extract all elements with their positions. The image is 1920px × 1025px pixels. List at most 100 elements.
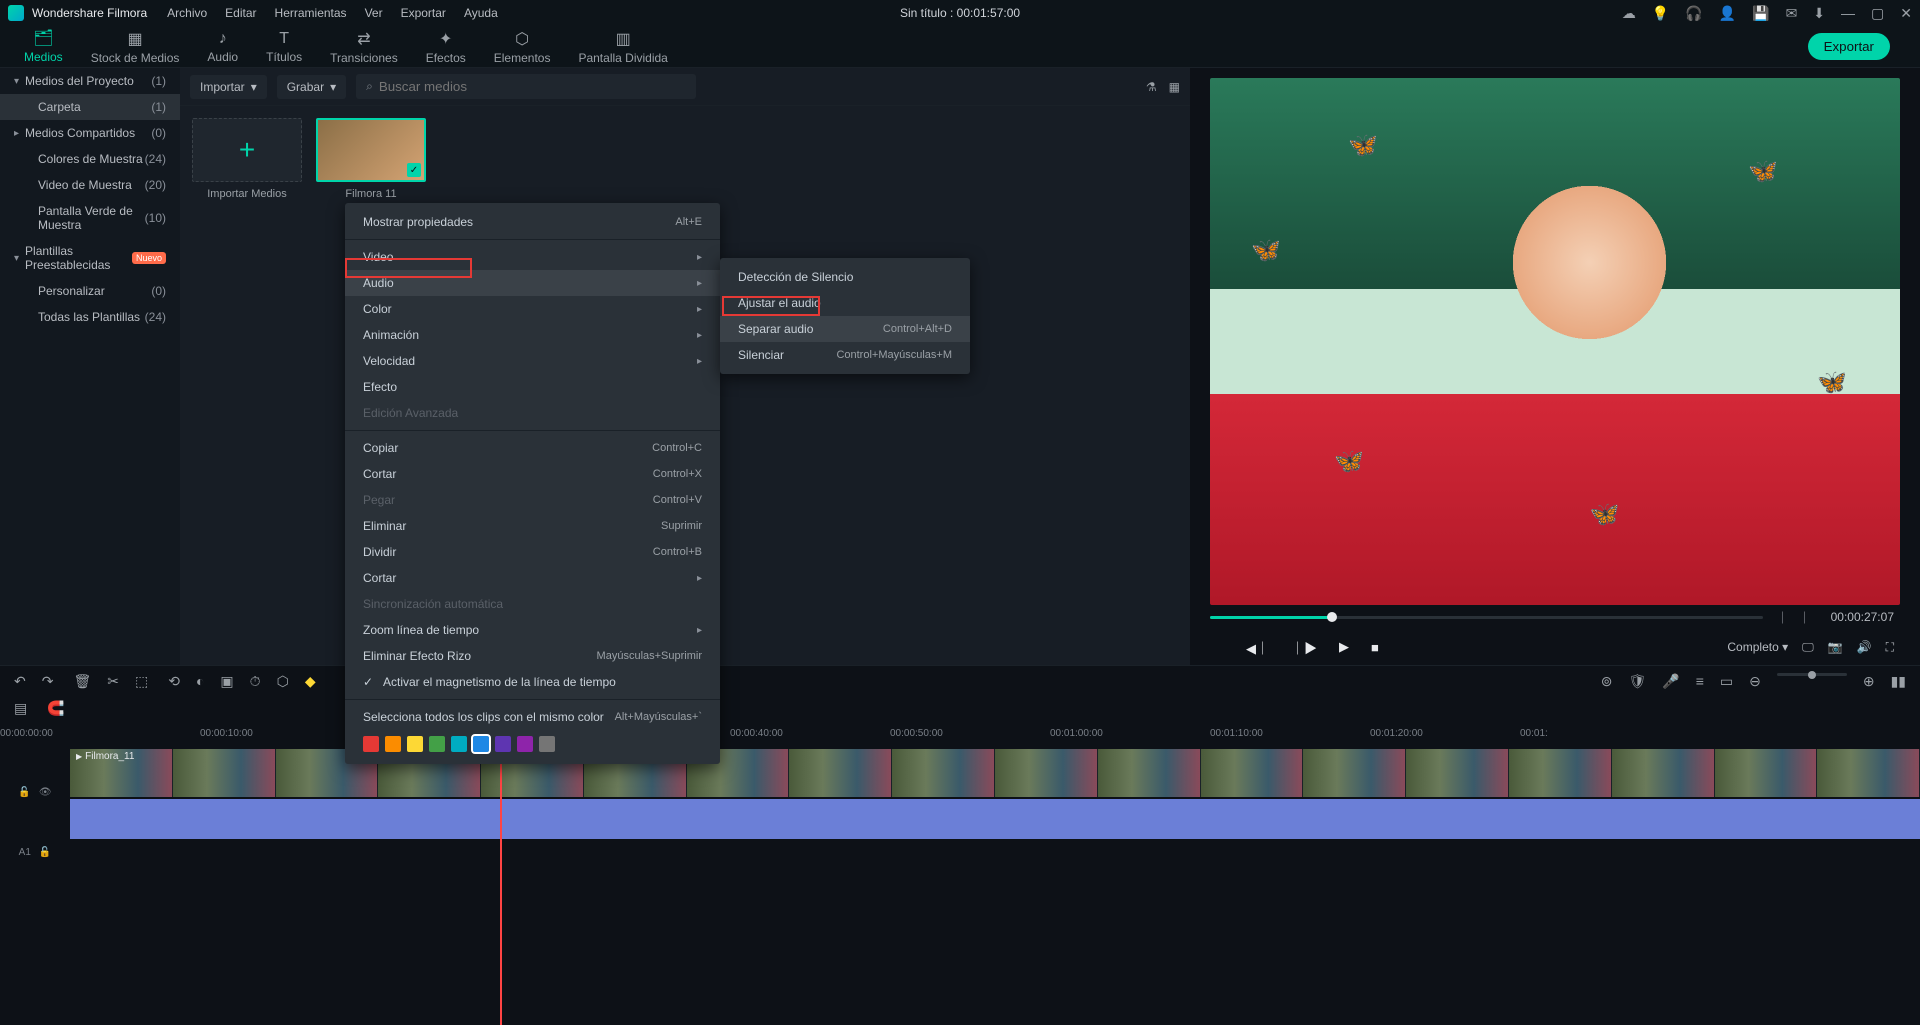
ctx-item[interactable]: Selecciona todos los clips con el mismo … bbox=[345, 704, 720, 730]
keyframe-button[interactable]: ◆ bbox=[305, 673, 316, 690]
eye-icon[interactable]: 👁 bbox=[39, 787, 52, 798]
color-swatch[interactable] bbox=[495, 736, 511, 752]
sidebar-item[interactable]: Todas las Plantillas(24) bbox=[0, 304, 180, 330]
color-swatch[interactable] bbox=[539, 736, 555, 752]
tab-titles[interactable]: TTítulos bbox=[252, 26, 316, 68]
render-button[interactable]: ⏱ bbox=[250, 673, 261, 690]
split-button[interactable]: ✂ bbox=[107, 673, 119, 690]
tab-transitions[interactable]: ⇄Transiciones bbox=[316, 25, 412, 69]
menu-file[interactable]: Archivo bbox=[167, 6, 207, 20]
ctx-item[interactable]: Animación▸ bbox=[345, 322, 720, 348]
sidebar-item[interactable]: Carpeta(1) bbox=[0, 94, 180, 120]
color-swatch[interactable] bbox=[363, 736, 379, 752]
preview-canvas[interactable]: 🦋 🦋 🦋 🦋 🦋 🦋 bbox=[1210, 78, 1900, 605]
snapshot-icon[interactable]: 📷 bbox=[1828, 640, 1843, 654]
color-swatch[interactable] bbox=[473, 736, 489, 752]
ctx-item[interactable]: Mostrar propiedadesAlt+E bbox=[345, 209, 720, 235]
ctx-item[interactable]: Color▸ bbox=[345, 296, 720, 322]
maximize-button[interactable]: ▢ bbox=[1871, 5, 1884, 22]
record-dropdown[interactable]: Grabar▾ bbox=[277, 75, 346, 99]
step-back-button[interactable]: ｜▶ bbox=[1291, 638, 1317, 657]
ctx-item[interactable]: DividirControl+B bbox=[345, 539, 720, 565]
prev-frame-button[interactable]: ◀｜ bbox=[1246, 638, 1269, 657]
import-media-tile[interactable]: + Importar Medios bbox=[192, 118, 302, 200]
playhead[interactable] bbox=[500, 747, 502, 1025]
tab-media[interactable]: 🗂Medios bbox=[10, 24, 77, 70]
sidebar-item[interactable]: ▸Medios Compartidos(0) bbox=[0, 120, 180, 146]
sidebar-item[interactable]: Video de Muestra(20) bbox=[0, 172, 180, 198]
tab-split[interactable]: ▥Pantalla Dividida bbox=[564, 25, 681, 69]
headphones-icon[interactable]: 🎧 bbox=[1685, 5, 1702, 22]
ctx-item[interactable]: Zoom línea de tiempo▸ bbox=[345, 617, 720, 643]
ctx-item[interactable]: Video▸ bbox=[345, 244, 720, 270]
menu-help[interactable]: Ayuda bbox=[464, 6, 498, 20]
menu-export[interactable]: Exportar bbox=[401, 6, 446, 20]
idea-icon[interactable]: 💡 bbox=[1652, 5, 1669, 22]
jump-start-icon[interactable]: ｜ bbox=[1777, 609, 1789, 626]
zoom-in-icon[interactable]: ⊕ bbox=[1863, 673, 1875, 690]
tab-stock[interactable]: ▦Stock de Medios bbox=[77, 25, 194, 69]
stop-button[interactable]: ■ bbox=[1371, 640, 1379, 655]
submenu-item[interactable]: Separar audioControl+Alt+D bbox=[720, 316, 970, 342]
ctx-item[interactable]: Audio▸ bbox=[345, 270, 720, 296]
zoom-out-icon[interactable]: ⊖ bbox=[1749, 673, 1761, 690]
delete-button[interactable]: 🗑 bbox=[73, 673, 91, 690]
undo-button[interactable]: ↶ bbox=[14, 673, 26, 690]
mixer-icon[interactable]: ⊚ bbox=[1601, 673, 1613, 690]
menu-edit[interactable]: Editar bbox=[225, 6, 256, 20]
user-icon[interactable]: 👤 bbox=[1719, 5, 1736, 22]
export-button[interactable]: Exportar bbox=[1808, 33, 1890, 60]
fullscreen-icon[interactable]: ⛶ bbox=[1886, 640, 1894, 655]
sidebar-item[interactable]: ▾Plantillas PreestablecidasNuevo bbox=[0, 238, 180, 278]
cloud-icon[interactable]: ☁ bbox=[1622, 5, 1636, 22]
media-clip-tile[interactable]: ✓ Filmora 11 bbox=[316, 118, 426, 200]
download-icon[interactable]: ⬇ bbox=[1813, 5, 1825, 22]
color-swatch[interactable] bbox=[517, 736, 533, 752]
submenu-item[interactable]: Detección de Silencio bbox=[720, 264, 970, 290]
save-icon[interactable]: 💾 bbox=[1752, 5, 1769, 22]
display-icon[interactable]: 🖵 bbox=[1802, 640, 1814, 655]
filter-icon[interactable]: ⚗ bbox=[1146, 80, 1157, 94]
scrub-handle[interactable] bbox=[1327, 612, 1337, 622]
crop-button[interactable]: ⬚ bbox=[135, 673, 148, 690]
ctx-item[interactable]: CortarControl+X bbox=[345, 461, 720, 487]
volume-icon[interactable]: 🔊 bbox=[1857, 640, 1872, 654]
video-track-header[interactable]: 🔓👁 bbox=[0, 747, 70, 837]
ctx-item[interactable]: CopiarControl+C bbox=[345, 435, 720, 461]
preview-scrubber[interactable]: ｜ ｜ 00:00:27:07 bbox=[1210, 605, 1900, 629]
sidebar-item[interactable]: Colores de Muestra(24) bbox=[0, 146, 180, 172]
ctx-item[interactable]: Velocidad▸ bbox=[345, 348, 720, 374]
color-button[interactable]: ◐ bbox=[196, 673, 204, 690]
audio-track-header[interactable]: A1 🔓 bbox=[0, 837, 70, 867]
grid-view-icon[interactable]: ▦ bbox=[1169, 80, 1180, 94]
play-button[interactable]: ▶ bbox=[1339, 639, 1349, 655]
lock-icon[interactable]: 🔓 bbox=[18, 787, 30, 798]
green-screen-button[interactable]: ▣ bbox=[220, 673, 233, 690]
sidebar-item[interactable]: ▾Medios del Proyecto(1) bbox=[0, 68, 180, 94]
close-button[interactable]: ✕ bbox=[1900, 5, 1912, 22]
minimize-button[interactable]: — bbox=[1841, 5, 1855, 21]
submenu-item[interactable]: SilenciarControl+Mayúsculas+M bbox=[720, 342, 970, 368]
audio-waveform[interactable] bbox=[70, 799, 1920, 839]
adjust-icon[interactable]: ▭ bbox=[1720, 673, 1733, 690]
magnet-icon[interactable]: 🧲 bbox=[47, 700, 64, 717]
list-icon[interactable]: ≡ bbox=[1696, 673, 1704, 690]
voiceover-icon[interactable]: 🎤 bbox=[1662, 673, 1679, 690]
search-input[interactable] bbox=[379, 79, 686, 94]
search-box[interactable]: ⌕ bbox=[356, 74, 696, 99]
timeline-ruler[interactable]: 00:00:00:0000:00:10:0000:00:40:0000:00:5… bbox=[0, 719, 1920, 747]
color-swatch[interactable] bbox=[429, 736, 445, 752]
ctx-item[interactable]: ✓Activar el magnetismo de la línea de ti… bbox=[345, 669, 720, 695]
marker-icon[interactable]: 🛡 bbox=[1628, 673, 1646, 690]
lock-icon[interactable]: 🔓 bbox=[39, 847, 51, 858]
redo-button[interactable]: ↷ bbox=[42, 673, 54, 690]
sidebar-item[interactable]: Personalizar(0) bbox=[0, 278, 180, 304]
menu-tools[interactable]: Herramientas bbox=[275, 6, 347, 20]
import-dropdown[interactable]: Importar▾ bbox=[190, 75, 267, 99]
ctx-item[interactable]: Cortar▸ bbox=[345, 565, 720, 591]
zoom-slider[interactable] bbox=[1777, 673, 1847, 676]
color-swatch[interactable] bbox=[451, 736, 467, 752]
tab-effects[interactable]: ✦Efectos bbox=[412, 25, 480, 69]
ctx-item[interactable]: Efecto bbox=[345, 374, 720, 400]
fit-icon[interactable]: ▮▮ bbox=[1891, 673, 1906, 690]
